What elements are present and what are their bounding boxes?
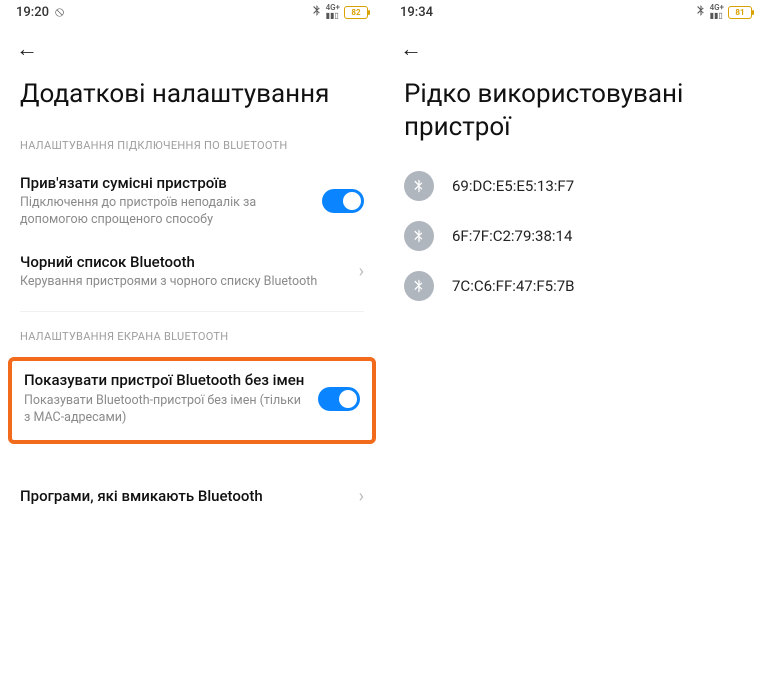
apps-title: Програми, які вмикають Bluetooth bbox=[20, 487, 347, 507]
bluetooth-status-icon bbox=[696, 4, 706, 20]
battery-icon: 82 bbox=[344, 6, 368, 19]
pair-devices-toggle[interactable] bbox=[322, 189, 364, 213]
bluetooth-status-icon bbox=[312, 4, 322, 20]
show-noname-toggle[interactable] bbox=[318, 387, 360, 411]
device-row[interactable]: 69:DC:E5:E5:13:F7 bbox=[384, 161, 768, 211]
status-bar: 19:34 4G+▮▮▯ 81 bbox=[384, 0, 768, 22]
show-noname-title: Показувати пристрої Bluetooth без імен bbox=[24, 371, 306, 391]
device-row[interactable]: 6F:7F:C2:79:38:14 bbox=[384, 211, 768, 261]
screen-additional-settings: 19:20 ⦸ 4G+▮▮▯ 82 ← Додаткові налаштуван… bbox=[0, 0, 384, 683]
divider bbox=[20, 311, 364, 312]
blacklist-subtitle: Керування пристроями з чорного списку Bl… bbox=[20, 274, 347, 291]
screen-rare-devices: 19:34 4G+▮▮▯ 81 ← Рідко використовувані … bbox=[384, 0, 768, 683]
bluetooth-icon bbox=[404, 221, 434, 251]
show-noname-subtitle: Показувати Bluetooth-пристрої без імен (… bbox=[24, 393, 306, 427]
chevron-right-icon: › bbox=[359, 261, 364, 282]
pair-devices-subtitle: Підключення до пристроїв неподалік за до… bbox=[20, 195, 310, 229]
status-bar: 19:20 ⦸ 4G+▮▮▯ 82 bbox=[0, 0, 384, 22]
device-mac: 69:DC:E5:E5:13:F7 bbox=[452, 177, 574, 195]
signal-icon: 4G+▮▮▯ bbox=[326, 4, 340, 20]
back-button[interactable]: ← bbox=[400, 36, 422, 62]
pair-devices-row[interactable]: Прив'язати сумісні пристроїв Підключення… bbox=[0, 162, 384, 241]
signal-icon: 4G+▮▮▯ bbox=[710, 4, 724, 20]
section-header-connection: НАЛАШТУВАННЯ ПІДКЛЮЧЕННЯ ПО BLUETOOTH bbox=[0, 129, 384, 162]
device-mac: 7C:C6:FF:47:F5:7B bbox=[452, 277, 575, 295]
page-title: Рідко використовувані пристрої bbox=[384, 68, 768, 161]
show-noname-row[interactable]: Показувати пристрої Bluetooth без імен П… bbox=[8, 357, 376, 444]
status-time: 19:34 bbox=[400, 5, 433, 20]
blacklist-title: Чорний список Bluetooth bbox=[20, 253, 347, 273]
back-button[interactable]: ← bbox=[16, 36, 38, 62]
device-mac: 6F:7F:C2:79:38:14 bbox=[452, 227, 572, 245]
bluetooth-icon bbox=[404, 171, 434, 201]
page-title: Додаткові налаштування bbox=[0, 68, 384, 129]
blacklist-row[interactable]: Чорний список Bluetooth Керування пристр… bbox=[0, 241, 384, 303]
alarm-off-icon: ⦸ bbox=[55, 4, 64, 20]
chevron-right-icon: › bbox=[359, 486, 364, 507]
battery-icon: 81 bbox=[728, 6, 752, 19]
device-row[interactable]: 7C:C6:FF:47:F5:7B bbox=[384, 261, 768, 311]
status-time: 19:20 bbox=[16, 5, 49, 20]
pair-devices-title: Прив'язати сумісні пристроїв bbox=[20, 174, 310, 194]
section-header-screen: НАЛАШТУВАННЯ ЕКРАНА BLUETOOTH bbox=[0, 320, 384, 353]
bluetooth-icon bbox=[404, 271, 434, 301]
apps-row[interactable]: Програми, які вмикають Bluetooth › bbox=[0, 474, 384, 519]
